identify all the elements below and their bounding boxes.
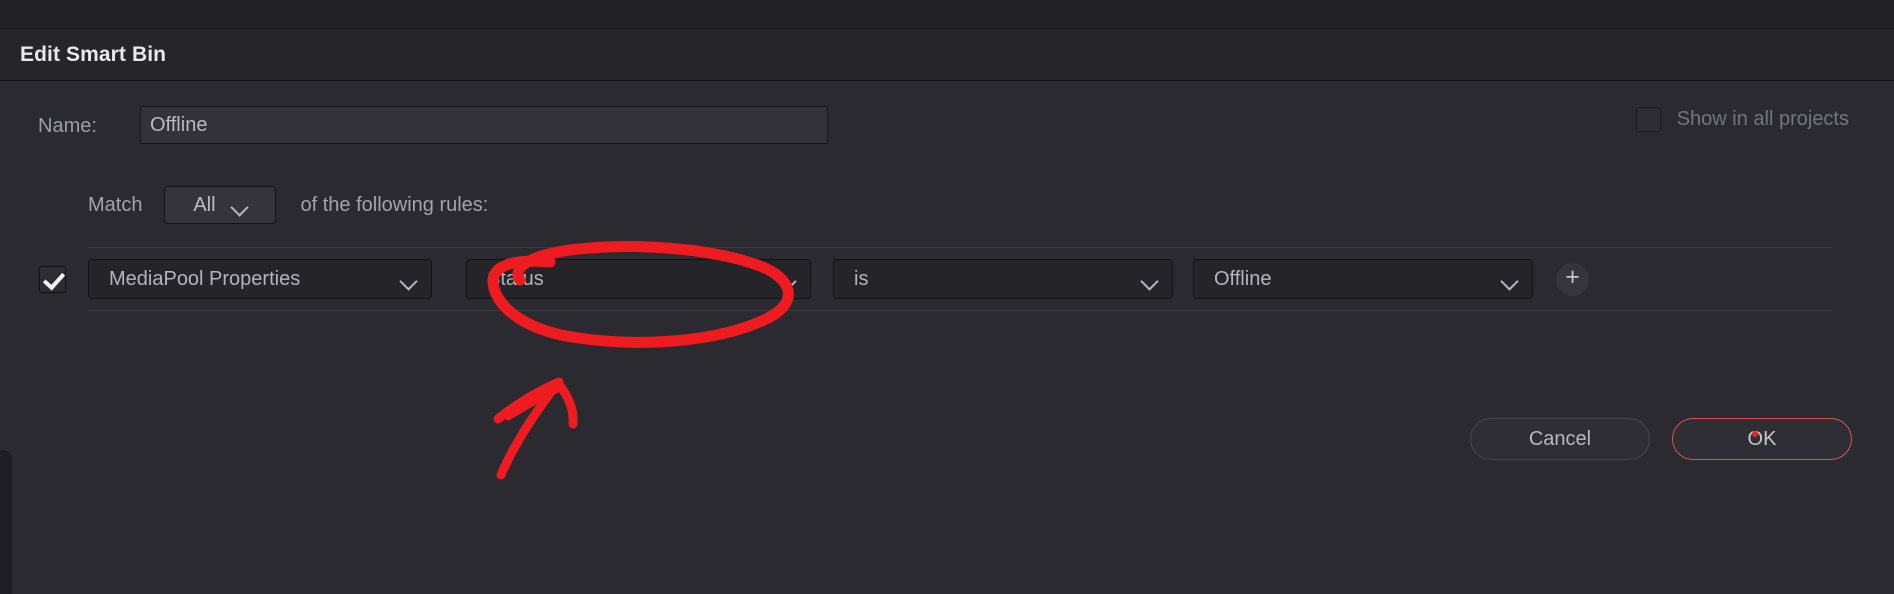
chevron-down-icon xyxy=(1142,275,1158,284)
name-row: Name: Show in all projects xyxy=(0,106,1894,148)
rule-field-group-value: MediaPool Properties xyxy=(109,267,301,290)
dialog-titlebar: Edit Smart Bin xyxy=(0,28,1894,81)
window-top-strip xyxy=(0,0,1894,28)
smart-bin-name-input[interactable] xyxy=(140,106,828,144)
rule-property-value: Status xyxy=(487,267,544,290)
dialog-title: Edit Smart Bin xyxy=(20,42,167,66)
cancel-button[interactable]: Cancel xyxy=(1470,418,1650,460)
background-panel-edge xyxy=(0,450,12,594)
dialog-footer: Cancel OK xyxy=(1470,418,1852,460)
chevron-down-icon xyxy=(232,201,248,210)
show-in-all-projects-row[interactable]: Show in all projects xyxy=(1635,107,1849,132)
rule-field-group-dropdown[interactable]: MediaPool Properties xyxy=(88,259,432,299)
rule-operator-value: is xyxy=(854,267,869,290)
rule-operator-dropdown[interactable]: is xyxy=(833,259,1173,299)
chevron-down-icon xyxy=(780,275,796,284)
rule-property-dropdown[interactable]: Status xyxy=(466,259,811,299)
rule-value-value: Offline xyxy=(1214,267,1272,290)
rule-row: MediaPool Properties Status is Offline + xyxy=(0,248,1894,310)
chevron-down-icon xyxy=(1502,275,1518,284)
edit-smart-bin-dialog: Edit Smart Bin Name: Show in all project… xyxy=(0,0,1894,594)
chevron-down-icon xyxy=(401,275,417,284)
match-suffix-label: of the following rules: xyxy=(300,193,489,216)
ok-button[interactable]: OK xyxy=(1672,418,1852,460)
add-rule-button[interactable]: + xyxy=(1556,262,1589,296)
name-label: Name: xyxy=(38,115,97,137)
rule-value-dropdown[interactable]: Offline xyxy=(1193,259,1533,299)
match-row: Match All of the following rules: xyxy=(0,185,1894,225)
rules-separator-bottom xyxy=(88,310,1832,311)
dialog-body: Name: Show in all projects Match All of … xyxy=(0,82,1894,594)
rule-enabled-checkbox[interactable] xyxy=(39,265,66,293)
match-prefix-label: Match xyxy=(88,193,143,216)
annotation-dot xyxy=(1752,431,1758,437)
show-in-all-projects-label: Show in all projects xyxy=(1676,108,1849,130)
show-in-all-projects-checkbox[interactable] xyxy=(1635,107,1661,132)
match-mode-dropdown[interactable]: All xyxy=(164,186,277,224)
match-mode-value: All xyxy=(193,193,216,216)
